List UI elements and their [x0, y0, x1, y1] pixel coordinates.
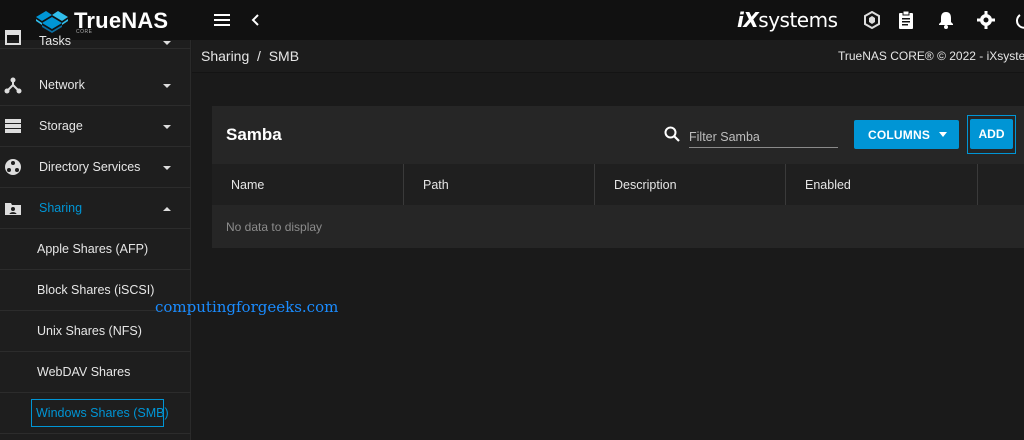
ix-brand-mark: iX	[737, 8, 759, 32]
menu-icon[interactable]	[212, 10, 232, 30]
samba-table-card: Samba COLUMNS ADD Name Path Description …	[212, 106, 1024, 248]
sidebar-subitem-afp[interactable]: Apple Shares (AFP)	[0, 229, 191, 270]
sidebar-subitem-label: Unix Shares (NFS)	[37, 324, 142, 338]
card-header: Samba COLUMNS ADD	[212, 106, 1024, 164]
empty-table-message: No data to display	[226, 220, 323, 234]
sidebar-subitem-label: Windows Shares (SMB)	[36, 406, 169, 420]
sidebar-item-label: Network	[39, 78, 85, 92]
column-header-enabled[interactable]: Enabled	[786, 164, 978, 205]
chevron-down-icon	[163, 166, 171, 170]
add-button[interactable]: ADD	[970, 119, 1013, 149]
add-button-label: ADD	[978, 127, 1005, 141]
chevron-left-icon[interactable]	[245, 10, 265, 30]
network-icon	[4, 77, 22, 94]
sidebar-subitem-smb[interactable]: Windows Shares (SMB)	[0, 393, 191, 434]
truecommand-icon[interactable]	[862, 10, 882, 30]
chevron-down-icon	[163, 84, 171, 88]
sidebar-item-sharing[interactable]: Sharing	[0, 188, 191, 229]
caret-down-icon	[939, 132, 947, 137]
column-header-description[interactable]: Description	[595, 164, 786, 205]
ix-brand-text: systems	[758, 8, 838, 32]
search-icon	[664, 126, 680, 142]
breadcrumb-bar: Sharing / SMB TrueNAS CORE® © 2022 - iXs…	[192, 40, 1024, 73]
folder-share-icon	[5, 203, 21, 215]
calendar-icon	[5, 30, 21, 45]
sidebar-subitem-label: WebDAV Shares	[37, 365, 131, 379]
sidebar-item-label: Tasks	[39, 34, 71, 48]
chevron-up-icon	[163, 207, 171, 211]
chevron-down-icon	[163, 41, 171, 45]
copyright-text: TrueNAS CORE® © 2022 - iXsystems	[838, 49, 1024, 63]
watermark-text: computingforgeeks.com	[155, 298, 339, 316]
clipboard-icon[interactable]	[896, 10, 916, 30]
column-header-label: Path	[423, 178, 449, 192]
power-icon[interactable]	[1014, 10, 1024, 30]
sidebar-item-storage[interactable]: Storage	[0, 106, 191, 147]
sidebar-subitem-webdav[interactable]: WebDAV Shares	[0, 352, 191, 393]
column-header-path[interactable]: Path	[404, 164, 595, 205]
sidebar-subitem-nfs[interactable]: Unix Shares (NFS)	[0, 311, 191, 352]
sidebar-item-network[interactable]: Network	[0, 65, 191, 106]
card-title: Samba	[226, 125, 282, 144]
column-header-name[interactable]: Name	[212, 164, 404, 205]
table-header: Name Path Description Enabled	[212, 164, 1024, 205]
filter-input[interactable]	[689, 126, 838, 148]
sidebar-item-label: Storage	[39, 119, 83, 133]
ixsystems-brand: iXsystems	[737, 8, 838, 32]
sidebar-item-label: Sharing	[39, 201, 83, 215]
bell-icon[interactable]	[936, 10, 956, 30]
sidebar-item-label: Directory Services	[39, 160, 141, 174]
columns-button-label: COLUMNS	[868, 128, 931, 142]
storage-icon	[5, 119, 21, 133]
gear-icon[interactable]	[976, 10, 996, 30]
column-header-label: Name	[231, 178, 265, 192]
sidebar-item-tasks[interactable]: Tasks	[0, 24, 191, 49]
sidebar-subitem-label: Apple Shares (AFP)	[37, 242, 149, 256]
directory-icon	[5, 159, 21, 175]
columns-button[interactable]: COLUMNS	[854, 120, 959, 149]
column-header-label: Description	[614, 178, 677, 192]
sidebar-item-directory-services[interactable]: Directory Services	[0, 147, 191, 188]
chevron-down-icon	[163, 125, 171, 129]
breadcrumb: Sharing / SMB	[201, 48, 300, 64]
sidebar-subitem-label: Block Shares (iSCSI)	[37, 283, 155, 297]
column-header-label: Enabled	[805, 178, 851, 192]
sidebar: Tasks Network Storage Directory Services…	[0, 30, 191, 440]
